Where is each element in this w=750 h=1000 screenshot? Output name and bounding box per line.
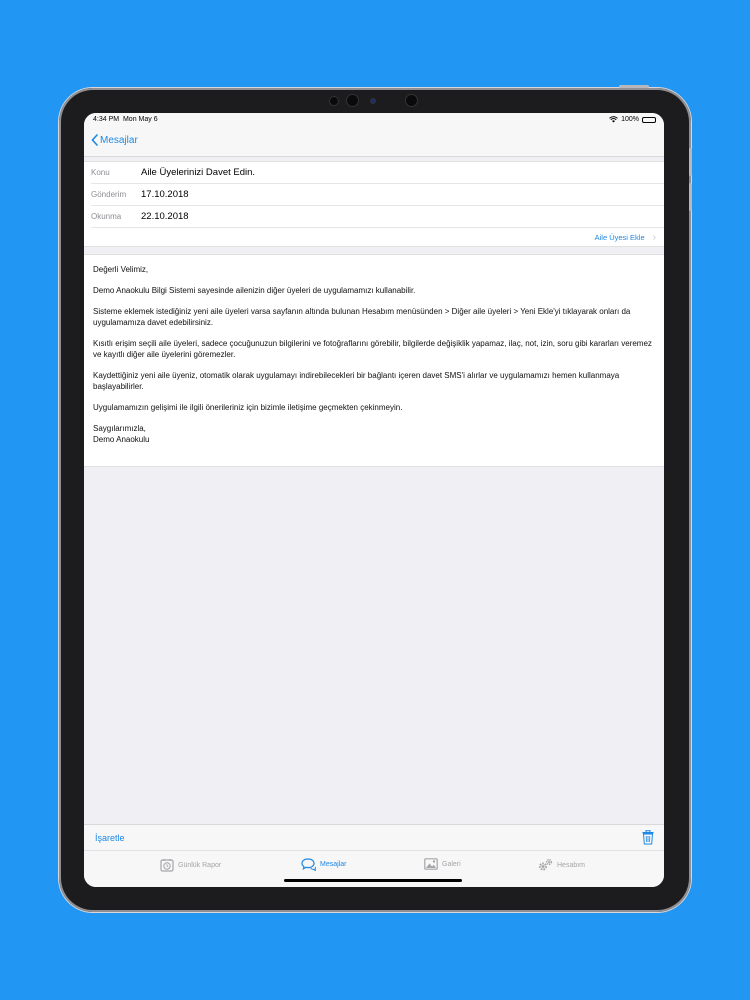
chat-bubbles-icon xyxy=(301,858,316,871)
app-screen: 4:34 PM Mon May 6 100% Mesajlar Konu Ail… xyxy=(84,113,664,887)
volume-up-button xyxy=(689,148,692,176)
status-time-date: 4:34 PM Mon May 6 xyxy=(93,116,158,123)
tab-gallery-label: Galeri xyxy=(442,860,461,868)
read-date: 22.10.2018 xyxy=(141,211,189,222)
message-body: Değerli Velimiz, Demo Anaokulu Bilgi Sis… xyxy=(84,254,664,467)
tab-account[interactable]: Hesabım xyxy=(538,858,585,872)
message-paragraph-3: Kısıtlı erişim seçili aile üyeleri, sade… xyxy=(93,339,652,359)
message-paragraph-2: Sisteme eklemek istediğiniz yeni aile üy… xyxy=(93,307,631,327)
camera-main xyxy=(346,94,359,107)
message-paragraph-5: Uygulamamızın gelişimi ile ilgili öneril… xyxy=(93,402,403,412)
power-button xyxy=(619,85,649,88)
read-row: Okunma 22.10.2018 xyxy=(91,206,664,228)
add-family-member-label: Aile Üyesi Ekle xyxy=(594,232,645,242)
tab-daily-report-label: Günlük Rapor xyxy=(178,861,222,869)
mark-button[interactable]: İşaretle xyxy=(95,833,125,843)
message-signoff: Saygılarımızla, xyxy=(93,423,146,433)
camera-left xyxy=(329,96,339,106)
tab-messages-label: Mesajlar xyxy=(320,861,347,868)
status-bar: 4:34 PM Mon May 6 100% xyxy=(84,113,664,128)
volume-down-button xyxy=(689,183,692,211)
tab-gallery[interactable]: Galeri xyxy=(424,858,461,870)
tab-daily-report[interactable]: Günlük Rapor xyxy=(160,858,221,872)
tab-account-label: Hesabım xyxy=(557,861,586,869)
battery-percent: 100% xyxy=(621,116,639,123)
wifi-icon xyxy=(609,116,618,123)
message-paragraph-1: Demo Anaokulu Bilgi Sistemi sayesinde ai… xyxy=(93,286,416,296)
trash-icon[interactable] xyxy=(642,829,654,850)
status-right: 100% xyxy=(609,116,656,123)
home-indicator[interactable] xyxy=(284,879,462,882)
add-family-member-button[interactable]: Aile Üyesi Ekle › xyxy=(84,228,664,246)
camera-bar xyxy=(329,94,421,108)
photo-icon xyxy=(424,858,438,870)
ipad-frame: 4:34 PM Mon May 6 100% Mesajlar Konu Ail… xyxy=(59,85,692,912)
message-signature: Demo Anaokulu xyxy=(93,434,150,444)
gears-icon xyxy=(539,858,553,871)
battery-icon xyxy=(642,116,656,123)
sent-date: 17.10.2018 xyxy=(141,189,189,200)
read-label: Okunma xyxy=(91,212,122,221)
message-greeting: Değerli Velimiz, xyxy=(93,265,149,274)
chevron-right-icon: › xyxy=(652,231,656,243)
clock-report-icon xyxy=(160,859,174,872)
sent-row: Gönderim 17.10.2018 xyxy=(91,184,664,206)
status-date: Mon May 6 xyxy=(122,116,158,123)
status-time: 4:34 PM xyxy=(93,116,120,123)
camera-sensor xyxy=(370,98,376,104)
chevron-left-icon xyxy=(91,134,98,146)
subject-value: Aile Üyelerinizi Davet Edin. xyxy=(141,167,256,178)
sent-label: Gönderim xyxy=(91,190,127,199)
message-meta: Konu Aile Üyelerinizi Davet Edin. Gönder… xyxy=(84,161,664,247)
camera-right xyxy=(405,94,418,107)
bottom-toolbar: İşaretle xyxy=(84,824,664,851)
subject-label: Konu xyxy=(91,168,110,177)
tab-messages[interactable]: Mesajlar xyxy=(301,858,346,871)
navigation-bar: Mesajlar xyxy=(84,128,664,157)
message-paragraph-4: Kaydettiğiniz yeni aile üyeniz, otomatik… xyxy=(93,370,620,391)
subject-row: Konu Aile Üyelerinizi Davet Edin. xyxy=(91,162,664,184)
back-button[interactable]: Mesajlar xyxy=(91,134,138,146)
back-label: Mesajlar xyxy=(100,134,138,146)
